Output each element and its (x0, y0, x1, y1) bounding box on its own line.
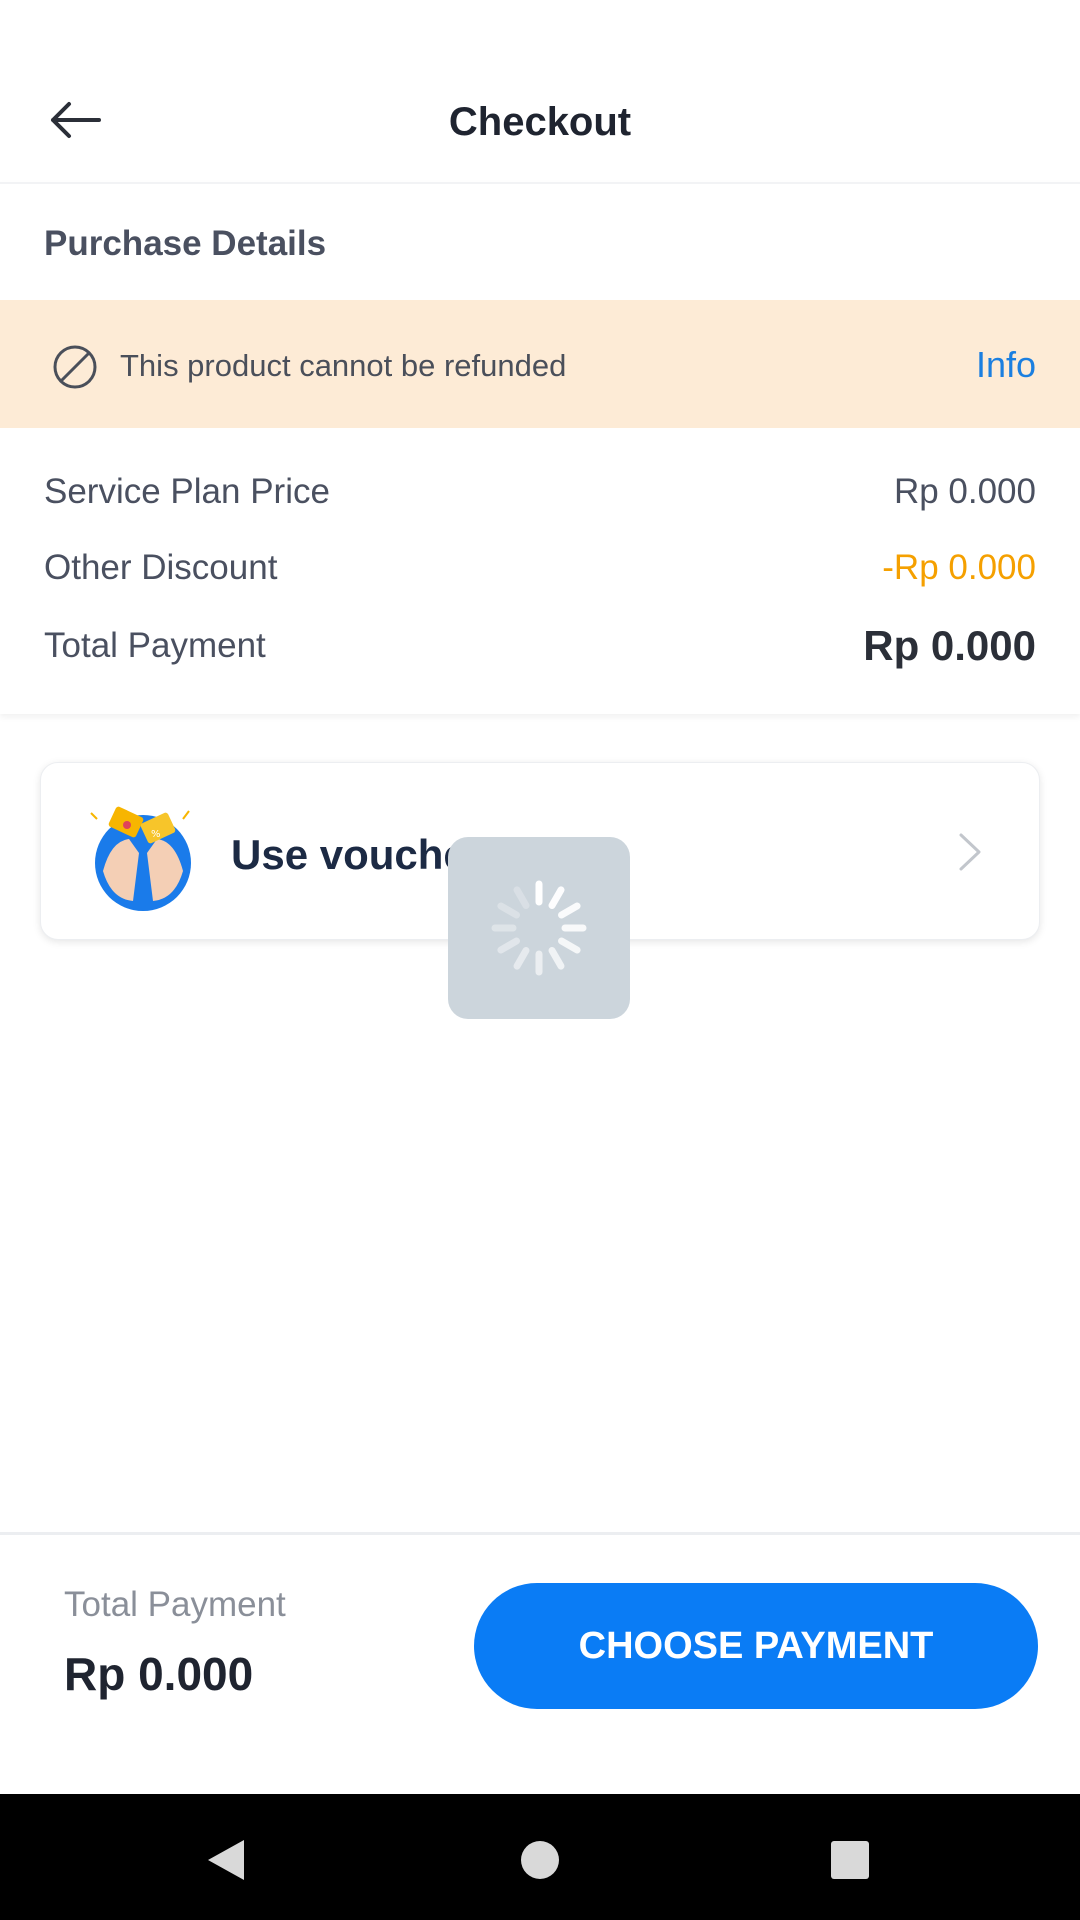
header: Checkout (0, 0, 1080, 182)
price-row: Service Plan Price Rp 0.000 (44, 472, 1036, 512)
nav-back-icon (208, 1840, 244, 1880)
page-title: Checkout (448, 100, 632, 144)
choose-payment-button[interactable]: CHOOSE PAYMENT (474, 1583, 1038, 1709)
service-plan-price-label: Service Plan Price (44, 472, 330, 511)
info-link[interactable]: Info (976, 344, 1036, 386)
system-navigation-bar (0, 1794, 1080, 1920)
total-payment-label: Total Payment (44, 626, 266, 665)
voucher-hands-icon: % (90, 806, 191, 911)
svg-text:%: % (151, 829, 161, 840)
checkout-footer: Total Payment Rp 0.000 CHOOSE PAYMENT (0, 1532, 1080, 1794)
refund-notice-banner: This product cannot be refunded Info (0, 300, 1080, 428)
use-voucher-label: Use vouche (231, 831, 467, 878)
other-discount-value: -Rp 0.000 (882, 548, 1036, 587)
nav-back-button[interactable] (196, 1830, 256, 1890)
footer-total-label: Total Payment (64, 1585, 286, 1624)
nav-home-icon (521, 1841, 559, 1879)
spinner-icon (491, 880, 587, 976)
loading-overlay (448, 837, 630, 1019)
nav-home-button[interactable] (510, 1830, 570, 1890)
purchase-details-card: Purchase Details This product cannot be … (0, 182, 1080, 714)
refund-notice-text: This product cannot be refunded (120, 348, 567, 383)
ban-icon (53, 345, 97, 389)
chevron-right-icon (959, 833, 981, 871)
nav-recents-button[interactable] (820, 1830, 880, 1890)
service-plan-price-value: Rp 0.000 (893, 472, 1036, 511)
total-payment-value: Rp 0.000 (863, 622, 1036, 669)
footer-total-value: Rp 0.000 (64, 1648, 254, 1700)
total-row: Total Payment Rp 0.000 (44, 622, 1036, 670)
nav-recents-icon (831, 1841, 869, 1879)
section-title: Purchase Details (44, 224, 327, 263)
discount-row: Other Discount -Rp 0.000 (44, 548, 1036, 588)
other-discount-label: Other Discount (44, 548, 278, 587)
